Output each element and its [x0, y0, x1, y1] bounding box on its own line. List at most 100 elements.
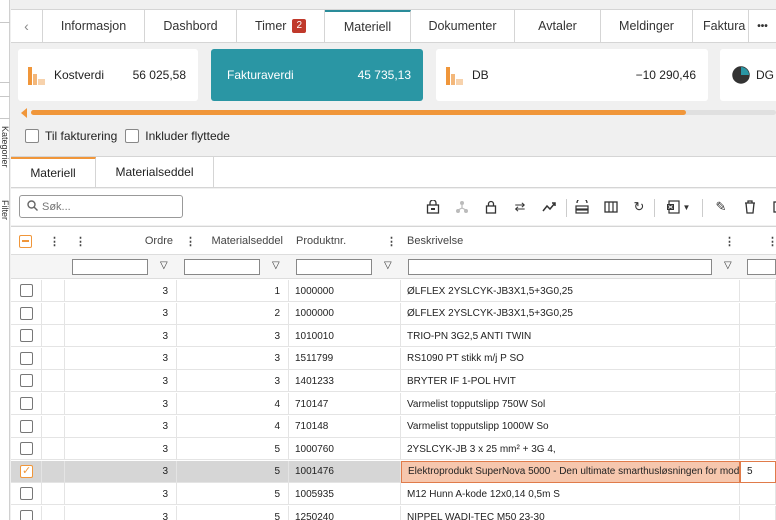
select-all-checkbox[interactable] [19, 227, 37, 255]
column-menu-icon[interactable]: ⋮ [386, 227, 397, 255]
table-row[interactable]: 351001476Elektroprodukt SuperNova 5000 -… [11, 460, 776, 483]
lock-icon[interactable] [483, 199, 499, 215]
lock-box-icon[interactable] [425, 199, 441, 215]
tab-timer[interactable]: Timer 2 [237, 10, 325, 42]
trend-line-icon[interactable] [541, 199, 557, 215]
edit-pencil-icon[interactable]: ✎ [713, 199, 729, 215]
row-checkbox[interactable] [20, 397, 33, 410]
refresh-icon[interactable]: ↻ [631, 199, 647, 215]
column-menu-icon[interactable]: ⋮ [767, 227, 776, 255]
search-input[interactable] [42, 200, 172, 213]
row-checkbox[interactable] [20, 306, 33, 320]
timer-count-badge: 2 [292, 19, 307, 33]
produktnr-filter-input[interactable] [296, 259, 372, 275]
materiell-grid: ⋮ ⋮ Ordre ⋮ Materialseddel Produktnr. ⋮ … [11, 226, 776, 520]
row-checkbox[interactable] [20, 510, 33, 520]
beskrivelse-filter-input[interactable] [408, 259, 712, 275]
toolbar-separator [654, 199, 655, 217]
table-row[interactable]: 3 4 710147 Varmelist topputslipp 750W Sol [11, 393, 776, 415]
columns-icon[interactable] [603, 199, 619, 215]
beskrivelse-cell[interactable]: Elektroprodukt SuperNova 5000 - Den ulti… [401, 460, 740, 483]
row-checkbox[interactable] [20, 419, 33, 433]
produktnr-cell: 1401233 [289, 370, 401, 393]
ordre-cell: 3 [65, 347, 177, 370]
inkluder-flyttede-checkbox[interactable] [125, 129, 140, 143]
beskrivelse-cell: BRYTER IF 1-POL HVIT [401, 370, 740, 393]
search-box[interactable] [19, 195, 183, 218]
ordre-cell: 3 [65, 438, 177, 461]
column-menu-icon[interactable]: ⋮ [724, 227, 735, 255]
table-row[interactable]: 3 3 1511799 RS1090 PT stikk m/j P SO [11, 347, 776, 370]
row-spacer-cell [42, 483, 65, 506]
tab-materiell[interactable]: Materiell [325, 10, 411, 42]
header-beskrivelse[interactable]: Beskrivelse [407, 227, 607, 255]
tab-meldinger[interactable]: Meldinger [601, 10, 693, 42]
filter-icon[interactable]: ▽ [384, 260, 392, 271]
filter-panel-label[interactable]: Filter [0, 200, 10, 220]
more-tabs-button[interactable]: ••• [749, 10, 776, 42]
scroll-thumb[interactable] [31, 110, 686, 115]
edit-cell [740, 393, 776, 415]
split-disabled-icon[interactable] [454, 199, 470, 215]
column-menu-icon[interactable]: ⋮ [49, 227, 60, 255]
row-checkbox[interactable] [20, 374, 33, 388]
table-row[interactable]: 3 5 1005935 M12 Hunn A-kode 12x0,14 0,5m S [11, 483, 776, 506]
tab-faktura[interactable]: Faktura [693, 10, 749, 42]
table-row[interactable]: 3 3 1401233 BRYTER IF 1-POL HVIT [11, 370, 776, 393]
export-excel-dropdown-icon[interactable]: ▼ [663, 199, 693, 215]
subtab-materialseddel[interactable]: Materialseddel [96, 157, 214, 187]
edit-cell [740, 280, 776, 302]
row-checkbox[interactable] [20, 487, 33, 501]
row-checkbox[interactable] [20, 442, 33, 456]
materialseddel-cell: 1 [177, 280, 289, 302]
til-fakturering-checkbox[interactable] [25, 129, 39, 143]
column-menu-icon[interactable]: ⋮ [75, 227, 86, 255]
filter-icon[interactable]: ▽ [724, 260, 732, 271]
filter-icon[interactable]: ▽ [272, 260, 280, 271]
more-toolbar-icon[interactable] [769, 199, 776, 215]
materialseddel-cell: 4 [177, 393, 289, 415]
table-row[interactable]: 3 4 710148 Varmelist topputslipp 1000W So [11, 415, 776, 438]
ordre-cell: 3 [65, 483, 177, 506]
table-row[interactable]: 3 3 1010010 TRIO-PN 3G2,5 ANTI TWIN [11, 325, 776, 348]
header-materialseddel[interactable]: Materialseddel [197, 227, 283, 255]
kpi-scrollbar[interactable] [21, 108, 776, 118]
tab-avtaler[interactable]: Avtaler [515, 10, 601, 42]
table-row[interactable]: 3 5 1250240 NIPPEL WADI-TEC M50 23-30 [11, 506, 776, 520]
left-collapsed-panel: Kategorier Filter [0, 0, 10, 520]
column-menu-icon[interactable]: ⋮ [185, 227, 196, 255]
materialseddel-filter-input[interactable] [184, 259, 260, 275]
table-row[interactable]: 3 5 1000760 2YSLCYK-JB 3 x 25 mm² + 3G 4, [11, 438, 776, 461]
filter-icon[interactable]: ▽ [160, 260, 168, 271]
materialseddel-cell: 4 [177, 415, 289, 438]
tab-back-button[interactable]: ‹ [11, 10, 43, 42]
table-row[interactable]: 3 1 1000000 ØLFLEX 2YSLCYK-JB3X1,5+3G0,25 [11, 280, 776, 302]
tab-dashbord[interactable]: Dashbord [145, 10, 237, 42]
row-checkbox[interactable] [20, 284, 33, 297]
row-checkbox[interactable] [20, 351, 33, 365]
group-rows-icon[interactable] [574, 199, 590, 215]
tab-label: Materiell [343, 20, 392, 34]
row-checkbox[interactable] [20, 329, 33, 343]
strip-divider [0, 118, 10, 119]
header-produktnr[interactable]: Produktnr. [296, 227, 376, 255]
categories-panel-label[interactable]: Kategorier [0, 126, 10, 168]
kpi-label: DB [472, 68, 489, 82]
beskrivelse-cell: 2YSLCYK-JB 3 x 25 mm² + 3G 4, [401, 438, 740, 461]
kpi-value: −10 290,46 [635, 68, 696, 82]
scroll-left-arrow-icon[interactable] [21, 108, 27, 118]
edit-cell [740, 370, 776, 393]
header-ordre[interactable]: Ordre [87, 227, 173, 255]
table-row[interactable]: 3 2 1000000 ØLFLEX 2YSLCYK-JB3X1,5+3G0,25 [11, 302, 776, 325]
row-checkbox[interactable] [20, 464, 33, 478]
edit-cell[interactable]: 5 [740, 460, 776, 483]
grid-toolbar: ⇄ ↻ ▼ ✎ [11, 189, 776, 225]
ordre-filter-input[interactable] [72, 259, 148, 275]
swap-arrows-icon[interactable]: ⇄ [512, 199, 528, 215]
delete-trash-icon[interactable] [742, 199, 758, 215]
tab-informasjon[interactable]: Informasjon [43, 10, 145, 42]
next-column-filter-input[interactable] [747, 259, 776, 275]
tab-dokumenter[interactable]: Dokumenter [411, 10, 515, 42]
subtab-materiell[interactable]: Materiell [11, 157, 96, 187]
search-icon [27, 199, 38, 214]
